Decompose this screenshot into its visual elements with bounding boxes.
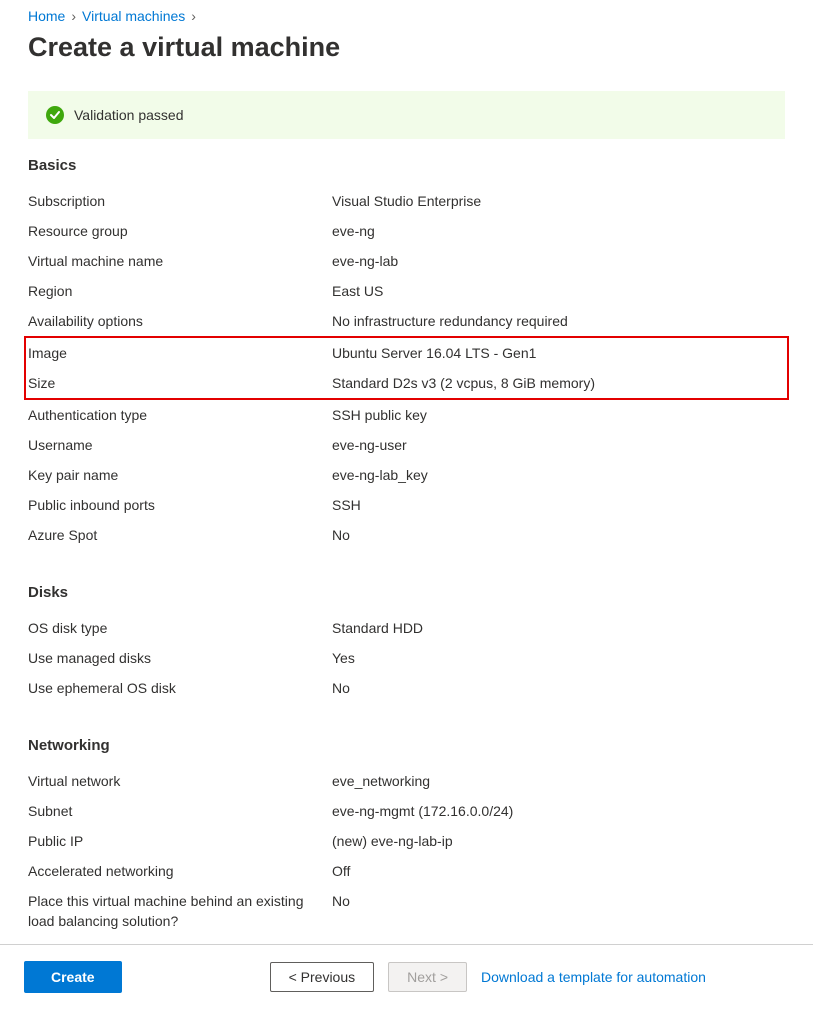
validation-banner: Validation passed bbox=[28, 91, 785, 139]
value-region: East US bbox=[332, 281, 383, 301]
label-availability: Availability options bbox=[28, 311, 332, 331]
section-title-disks: Disks bbox=[28, 584, 785, 601]
section-title-networking: Networking bbox=[28, 737, 785, 754]
breadcrumb: Home › Virtual machines › bbox=[28, 4, 785, 26]
row-load-balancing: Place this virtual machine behind an exi… bbox=[28, 886, 785, 936]
validation-text: Validation passed bbox=[74, 107, 183, 123]
label-size: Size bbox=[28, 373, 332, 393]
row-public-ip: Public IP (new) eve-ng-lab-ip bbox=[28, 826, 785, 856]
chevron-right-icon: › bbox=[71, 8, 76, 24]
value-subnet: eve-ng-mgmt (172.16.0.0/24) bbox=[332, 801, 513, 821]
footer: Create < Previous Next > Download a temp… bbox=[0, 945, 813, 1003]
row-subnet: Subnet eve-ng-mgmt (172.16.0.0/24) bbox=[28, 796, 785, 826]
highlight-box: Image Ubuntu Server 16.04 LTS - Gen1 Siz… bbox=[24, 336, 789, 400]
breadcrumb-home[interactable]: Home bbox=[28, 8, 65, 24]
row-size: Size Standard D2s v3 (2 vcpus, 8 GiB mem… bbox=[28, 368, 785, 398]
value-vnet: eve_networking bbox=[332, 771, 430, 791]
value-os-disk-type: Standard HDD bbox=[332, 618, 423, 638]
label-resource-group: Resource group bbox=[28, 221, 332, 241]
value-subscription: Visual Studio Enterprise bbox=[332, 191, 481, 211]
create-button[interactable]: Create bbox=[24, 961, 122, 993]
label-accel-networking: Accelerated networking bbox=[28, 861, 332, 881]
value-image: Ubuntu Server 16.04 LTS - Gen1 bbox=[332, 343, 536, 363]
value-size: Standard D2s v3 (2 vcpus, 8 GiB memory) bbox=[332, 373, 595, 393]
value-inbound-ports: SSH bbox=[332, 495, 361, 515]
row-ephemeral-disk: Use ephemeral OS disk No bbox=[28, 673, 785, 703]
row-vm-name: Virtual machine name eve-ng-lab bbox=[28, 246, 785, 276]
label-auth-type: Authentication type bbox=[28, 405, 332, 425]
chevron-right-icon: › bbox=[191, 8, 196, 24]
value-auth-type: SSH public key bbox=[332, 405, 427, 425]
value-load-balancing: No bbox=[332, 891, 350, 931]
label-os-disk-type: OS disk type bbox=[28, 618, 332, 638]
section-title-basics: Basics bbox=[28, 157, 785, 174]
row-region: Region East US bbox=[28, 276, 785, 306]
row-os-disk-type: OS disk type Standard HDD bbox=[28, 613, 785, 643]
label-key-pair: Key pair name bbox=[28, 465, 332, 485]
label-region: Region bbox=[28, 281, 332, 301]
next-button: Next > bbox=[388, 962, 467, 992]
row-key-pair: Key pair name eve-ng-lab_key bbox=[28, 460, 785, 490]
value-username: eve-ng-user bbox=[332, 435, 407, 455]
label-managed-disks: Use managed disks bbox=[28, 648, 332, 668]
label-subscription: Subscription bbox=[28, 191, 332, 211]
row-managed-disks: Use managed disks Yes bbox=[28, 643, 785, 673]
download-template-link[interactable]: Download a template for automation bbox=[481, 969, 706, 985]
value-accel-networking: Off bbox=[332, 861, 350, 881]
value-key-pair: eve-ng-lab_key bbox=[332, 465, 428, 485]
value-managed-disks: Yes bbox=[332, 648, 355, 668]
label-inbound-ports: Public inbound ports bbox=[28, 495, 332, 515]
value-ephemeral-disk: No bbox=[332, 678, 350, 698]
row-inbound-ports: Public inbound ports SSH bbox=[28, 490, 785, 520]
row-auth-type: Authentication type SSH public key bbox=[28, 400, 785, 430]
label-image: Image bbox=[28, 343, 332, 363]
check-circle-icon bbox=[46, 106, 64, 124]
value-vm-name: eve-ng-lab bbox=[332, 251, 398, 271]
label-username: Username bbox=[28, 435, 332, 455]
breadcrumb-vms[interactable]: Virtual machines bbox=[82, 8, 185, 24]
label-azure-spot: Azure Spot bbox=[28, 525, 332, 545]
label-subnet: Subnet bbox=[28, 801, 332, 821]
row-vnet: Virtual network eve_networking bbox=[28, 766, 785, 796]
label-vnet: Virtual network bbox=[28, 771, 332, 791]
value-azure-spot: No bbox=[332, 525, 350, 545]
row-resource-group: Resource group eve-ng bbox=[28, 216, 785, 246]
label-ephemeral-disk: Use ephemeral OS disk bbox=[28, 678, 332, 698]
row-image: Image Ubuntu Server 16.04 LTS - Gen1 bbox=[28, 338, 785, 368]
row-subscription: Subscription Visual Studio Enterprise bbox=[28, 186, 785, 216]
label-public-ip: Public IP bbox=[28, 831, 332, 851]
row-azure-spot: Azure Spot No bbox=[28, 520, 785, 550]
value-resource-group: eve-ng bbox=[332, 221, 375, 241]
row-username: Username eve-ng-user bbox=[28, 430, 785, 460]
row-availability: Availability options No infrastructure r… bbox=[28, 306, 785, 336]
value-public-ip: (new) eve-ng-lab-ip bbox=[332, 831, 453, 851]
value-availability: No infrastructure redundancy required bbox=[332, 311, 568, 331]
previous-button[interactable]: < Previous bbox=[270, 962, 375, 992]
row-accel-networking: Accelerated networking Off bbox=[28, 856, 785, 886]
page-title: Create a virtual machine bbox=[28, 32, 785, 63]
label-load-balancing: Place this virtual machine behind an exi… bbox=[28, 891, 332, 931]
label-vm-name: Virtual machine name bbox=[28, 251, 332, 271]
